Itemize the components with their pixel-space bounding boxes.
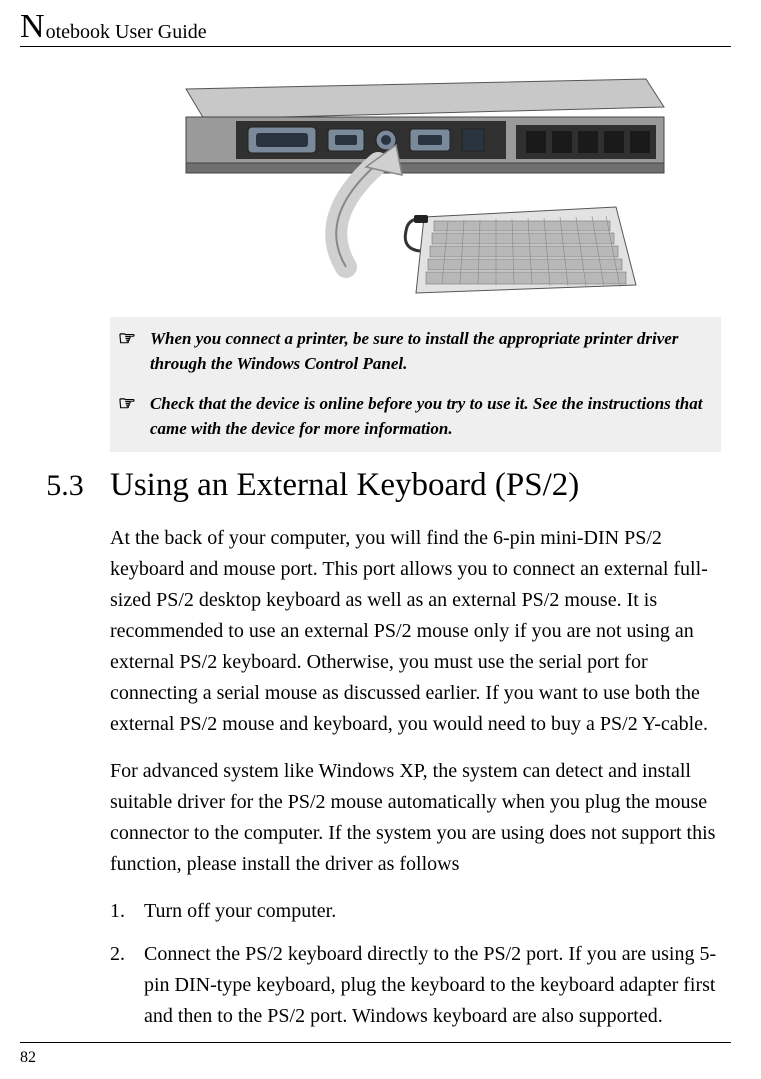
header-dropcap: N xyxy=(20,10,45,44)
page-content: ☞ When you connect a printer, be sure to… xyxy=(20,67,731,1032)
section-number: 5.3 xyxy=(20,469,110,503)
page-header: N otebook User Guide xyxy=(20,10,731,47)
section-title: Using an External Keyboard (PS/2) xyxy=(110,466,579,506)
pointing-hand-icon: ☞ xyxy=(118,327,136,351)
page-footer: 82 xyxy=(20,1042,731,1067)
laptop-ports-illustration xyxy=(156,67,676,297)
note-item: ☞ Check that the device is online before… xyxy=(110,388,721,445)
header-title-rest: otebook User Guide xyxy=(46,22,207,44)
page-number: 82 xyxy=(20,1049,36,1066)
body-paragraph: At the back of your computer, you will f… xyxy=(110,523,721,740)
note-box: ☞ When you connect a printer, be sure to… xyxy=(110,317,721,452)
step-text: Turn off your computer. xyxy=(144,896,336,927)
section-heading: 5.3 Using an External Keyboard (PS/2) xyxy=(20,466,721,506)
note-text: When you connect a printer, be sure to i… xyxy=(150,327,713,376)
pointing-hand-icon: ☞ xyxy=(118,392,136,416)
step-item: 1. Turn off your computer. xyxy=(110,896,721,927)
note-item: ☞ When you connect a printer, be sure to… xyxy=(110,323,721,388)
step-number: 2. xyxy=(110,939,144,1032)
body-paragraph: For advanced system like Windows XP, the… xyxy=(110,756,721,880)
step-text: Connect the PS/2 keyboard directly to th… xyxy=(144,939,721,1032)
note-text: Check that the device is online before y… xyxy=(150,392,713,441)
step-item: 2. Connect the PS/2 keyboard directly to… xyxy=(110,939,721,1032)
step-number: 1. xyxy=(110,896,144,927)
